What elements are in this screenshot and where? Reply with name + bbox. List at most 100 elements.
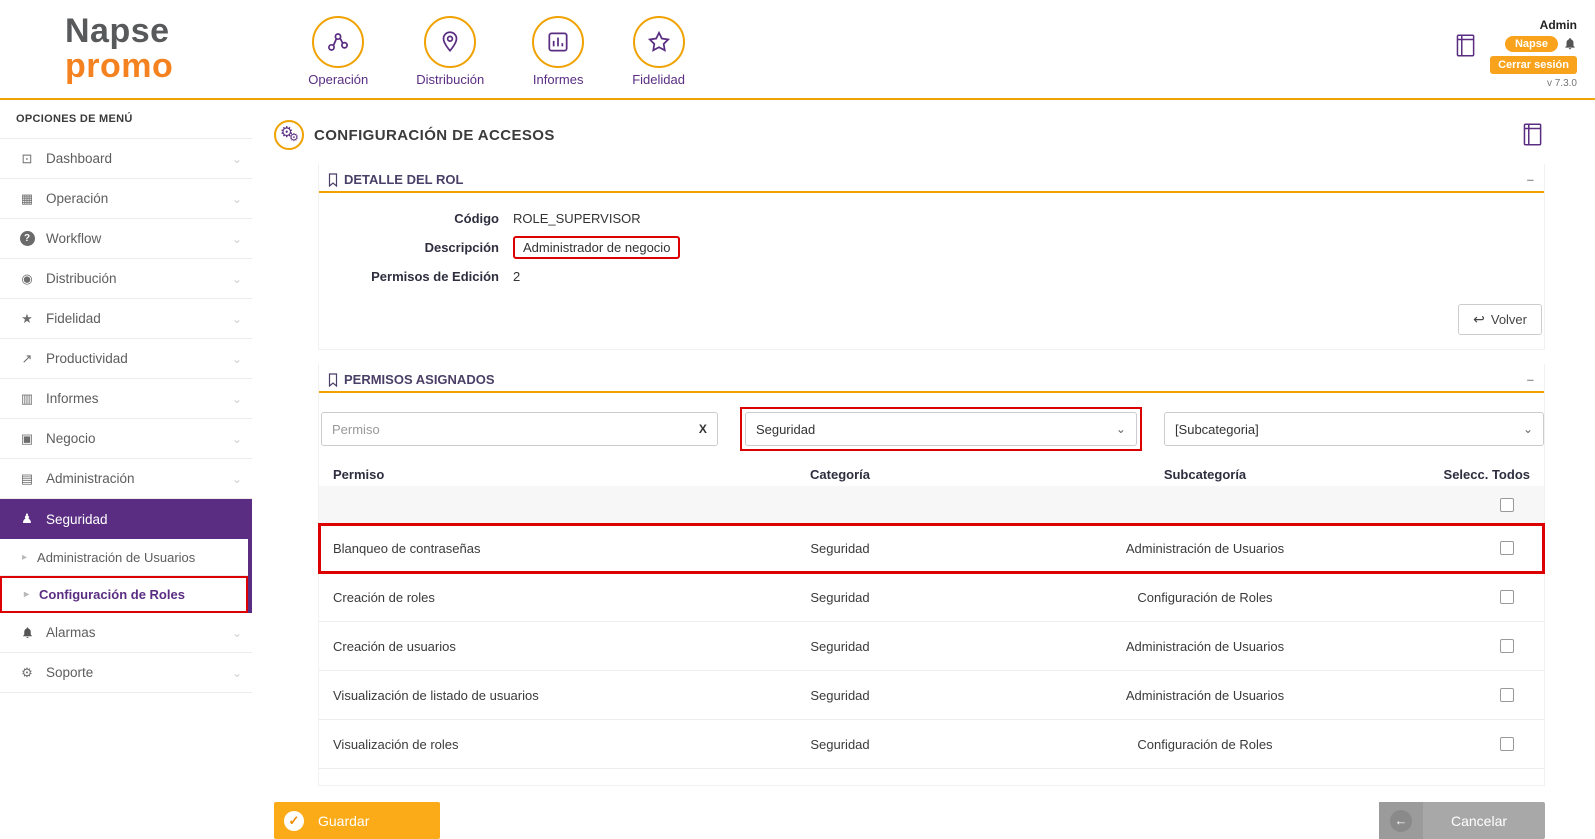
field-codigo: Código ROLE_SUPERVISOR [329, 211, 1534, 226]
sidebar-item-alarmas[interactable]: Alarmas ⌄ [0, 613, 252, 653]
categoria-selected-value: Seguridad [755, 421, 816, 437]
sidebar-item-informes[interactable]: ▥ Informes ⌄ [0, 379, 252, 419]
select-all-checkbox[interactable] [1500, 498, 1514, 512]
bell-icon[interactable] [1563, 36, 1577, 51]
field-label: Descripción [424, 240, 499, 255]
save-label: Guardar [318, 812, 370, 829]
grid-icon: ▦ [20, 190, 34, 206]
chevron-down-icon: ⌄ [231, 151, 242, 166]
question-icon: ? [19, 231, 35, 246]
select-all-row [319, 486, 1544, 524]
sidebar-item-productividad[interactable]: ↗ Productividad ⌄ [0, 339, 252, 379]
sidebar-item-soporte[interactable]: ⚙ Soporte ⌄ [0, 653, 252, 693]
chevron-down-icon: ⌄ [231, 471, 242, 486]
sidebar-item-workflow[interactable]: ? Workflow ⌄ [0, 219, 252, 259]
sidebar-item-dashboard[interactable]: ⊡ Dashboard ⌄ [0, 139, 252, 179]
sidebar-item-distribucion[interactable]: ◉ Distribución ⌄ [0, 259, 252, 299]
chevron-down-icon: ⌄ [231, 311, 242, 326]
nav-fidelidad[interactable]: Fidelidad [632, 15, 685, 87]
sidebar-item-label: Seguridad [46, 511, 108, 527]
subcategoria-select[interactable]: [Subcategoria] ⌄ [1163, 412, 1544, 446]
sidebar-subitem-configuracion-roles[interactable]: ▸ Configuración de Roles [0, 576, 248, 613]
role-fields: Código ROLE_SUPERVISOR Descripción Admin… [319, 193, 1544, 300]
field-value: ROLE_SUPERVISOR [513, 211, 641, 226]
row-checkbox[interactable] [1500, 737, 1514, 751]
sidebar-item-operacion[interactable]: ▦ Operación ⌄ [0, 179, 252, 219]
actions-row: ✓ Guardar ← Cancelar [274, 802, 1545, 839]
row-permiso: Creación de usuarios [333, 638, 456, 654]
tenant-badge: Napse [1504, 35, 1558, 52]
chevron-down-icon: ⌄ [231, 391, 242, 406]
collapse-icon[interactable]: – [1527, 372, 1534, 387]
col-header-permiso: Permiso [333, 467, 385, 482]
sidebar-item-label: Informes [46, 391, 99, 406]
sidebar-item-administracion[interactable]: ▤ Administración ⌄ [0, 459, 252, 499]
sidebar-subitem-label: Administración de Usuarios [37, 549, 196, 565]
user-name: Admin [1539, 17, 1577, 32]
row-checkbox[interactable] [1500, 688, 1514, 702]
cancel-label: Cancelar [1451, 812, 1508, 829]
sidebar-item-negocio[interactable]: ▣ Negocio ⌄ [0, 419, 252, 459]
panel-title: PERMISOS ASIGNADOS [344, 372, 495, 387]
pages-icon[interactable] [1519, 121, 1545, 149]
panel-title-wrap: DETALLE DEL ROL [327, 172, 463, 187]
chevron-down-icon: ⌄ [1115, 422, 1126, 436]
page-title-row: ⚙ ⚙ CONFIGURACIÓN DE ACCESOS [274, 120, 1545, 150]
table-header: Permiso Categoría Subcategoría Selecc. T… [319, 461, 1544, 486]
sidebar-subitem-label: Configuración de Roles [39, 587, 185, 602]
sidebar: OPCIONES DE MENÚ ⊡ Dashboard ⌄ ▦ Operaci… [0, 100, 252, 830]
cancel-button[interactable]: ← Cancelar [1379, 802, 1545, 839]
gears-icon: ⚙ ⚙ [274, 120, 304, 150]
sidebar-item-fidelidad[interactable]: ★ Fidelidad ⌄ [0, 299, 252, 339]
subcategoria-selected-value: [Subcategoria] [1174, 421, 1259, 437]
row-checkbox[interactable] [1500, 590, 1514, 604]
volver-button[interactable]: ↩ Volver [1458, 304, 1542, 335]
gear-icon: ⚙ [21, 664, 33, 680]
permiso-filter-wrap: X [321, 412, 718, 446]
users-icon: ♟ [21, 511, 33, 526]
sidebar-subitem-administracion-usuarios[interactable]: ▸ Administración de Usuarios [0, 539, 248, 576]
logout-button[interactable]: Cerrar sesión [1490, 55, 1577, 74]
back-arrow-icon: ↩ [1473, 311, 1485, 327]
calendar-icon: ▤ [20, 470, 34, 486]
row-subcategoria: Administración de Usuarios [1125, 638, 1285, 654]
filters-row: X Seguridad ⌄ [Subcategoria] ⌄ [319, 393, 1544, 461]
top-header: Napse promo Operación Distribución Infor… [0, 0, 1595, 100]
clear-filter-icon[interactable]: X [699, 422, 707, 436]
field-label: Permisos de Edición [371, 269, 499, 284]
nav-distribucion[interactable]: Distribución [416, 15, 484, 87]
permiso-filter-input[interactable] [332, 421, 699, 437]
bar-chart-icon: ▥ [20, 390, 34, 406]
bookmark-icon [328, 372, 338, 387]
row-checkbox[interactable] [1500, 541, 1514, 555]
sidebar-title: OPCIONES DE MENÚ [0, 100, 252, 139]
sidebar-item-seguridad[interactable]: ♟ Seguridad [0, 499, 252, 539]
page-title: CONFIGURACIÓN DE ACCESOS [314, 126, 555, 144]
save-button[interactable]: ✓ Guardar [274, 802, 440, 839]
collapse-icon[interactable]: – [1527, 172, 1534, 187]
row-subcategoria: Configuración de Roles [1137, 589, 1273, 605]
permisos-asignados-panel: PERMISOS ASIGNADOS – X Seguridad ⌄ [318, 364, 1545, 786]
user-stack: Admin Napse Cerrar sesión v 7.3.0 [1490, 10, 1577, 89]
bookmark-icon [328, 172, 338, 187]
nav-label: Operación [308, 71, 369, 87]
detalle-del-rol-panel: DETALLE DEL ROL – Código ROLE_SUPERVISOR… [318, 164, 1545, 350]
row-checkbox[interactable] [1500, 639, 1514, 653]
check-circle-icon: ✓ [284, 810, 304, 831]
nav-informes[interactable]: Informes [532, 15, 585, 87]
logo-line2: promo [65, 47, 174, 85]
field-value-highlighted[interactable]: Administrador de negocio [513, 236, 681, 259]
chevron-down-icon: ⌄ [231, 431, 242, 446]
chevron-down-icon: ⌄ [231, 625, 242, 640]
row-permiso: Blanqueo de contraseñas [333, 540, 481, 556]
sidebar-item-label: Operación [46, 191, 109, 206]
nav-operacion[interactable]: Operación [308, 15, 369, 87]
categoria-select[interactable]: Seguridad ⌄ [744, 412, 1137, 446]
row-permiso: Creación de roles [333, 589, 435, 605]
network-icon [312, 15, 365, 68]
row-categoria: Seguridad [810, 736, 870, 752]
row-categoria: Seguridad [810, 638, 870, 654]
volver-label: Volver [1490, 312, 1527, 327]
star-icon: ★ [21, 310, 33, 326]
pages-icon[interactable] [1452, 32, 1478, 60]
